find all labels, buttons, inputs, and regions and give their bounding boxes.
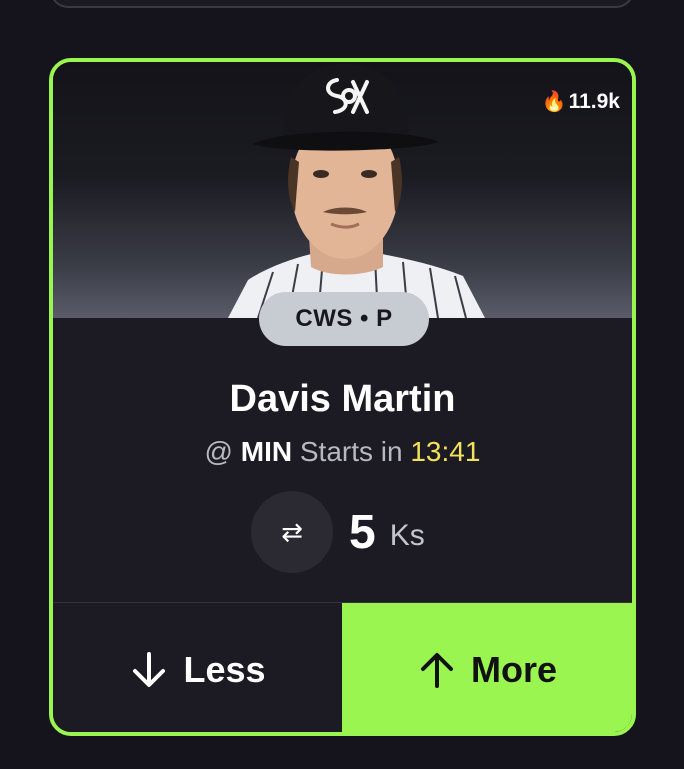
starts-label: Starts in [299, 436, 403, 467]
team-position-badge: CWS • P [259, 292, 429, 346]
less-button[interactable]: Less [53, 603, 342, 732]
player-prop-card[interactable]: 🔥 11.9k CWS • P Davis Martin @ MIN Start… [49, 58, 636, 736]
previous-card-edge [50, 0, 634, 8]
more-label: More [470, 648, 557, 690]
popularity-badge: 🔥 11.9k [542, 90, 620, 114]
opponent-team: MIN [240, 436, 293, 467]
stat-label: Ks [389, 519, 425, 552]
flame-icon: 🔥 [541, 91, 567, 113]
countdown-timer: 13:41 [410, 436, 481, 467]
swap-arrows-icon: ⇄ [281, 516, 303, 547]
prop-line: ⇄ 5 Ks [251, 491, 425, 573]
popularity-count: 11.9k [568, 90, 620, 113]
player-headshot: 🔥 11.9k [53, 62, 632, 318]
more-button[interactable]: More [342, 603, 632, 732]
line-value: 5 [349, 505, 376, 559]
player-name: Davis Martin [229, 378, 456, 420]
swap-button[interactable]: ⇄ [251, 491, 333, 573]
app-screen: 🔥 11.9k CWS • P Davis Martin @ MIN Start… [0, 0, 684, 769]
less-label: Less [183, 648, 266, 690]
arrow-down-icon [129, 650, 169, 690]
matchup-info: @ MIN Starts in 13:41 [53, 436, 632, 468]
pick-buttons: Less More [53, 602, 632, 732]
matchup-prefix: @ [204, 436, 233, 467]
arrow-up-icon [417, 650, 457, 690]
